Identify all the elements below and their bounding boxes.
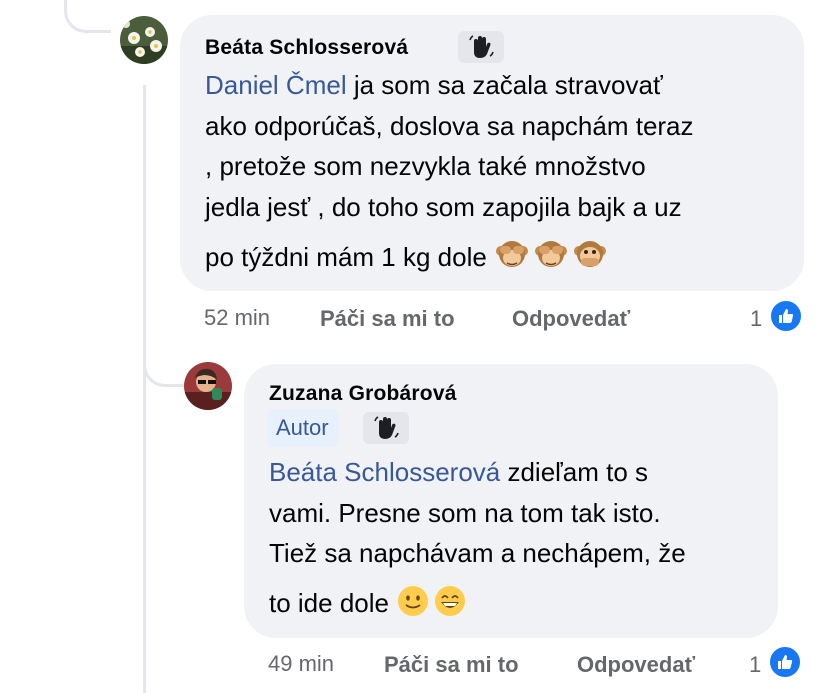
wave-hand-icon[interactable] <box>363 412 409 444</box>
comment-timestamp[interactable]: 49 min <box>268 651 334 677</box>
slightly-smiling-face-icon <box>396 584 430 630</box>
wave-hand-icon[interactable] <box>458 31 504 63</box>
comment-author[interactable]: Beáta Schlosserová <box>205 36 408 60</box>
see-no-evil-monkey-icon <box>494 236 530 284</box>
avatar[interactable] <box>120 16 168 64</box>
comment-author[interactable]: Zuzana Grobárová <box>269 382 457 406</box>
mention-link[interactable]: Daniel Čmel <box>205 70 347 100</box>
comment-bubble: Beáta Schlosserová Daniel Čmel ja som sa… <box>180 15 804 291</box>
reaction-count[interactable]: 1 <box>749 652 761 678</box>
reaction-count[interactable]: 1 <box>750 306 762 332</box>
grinning-face-with-smiling-eyes-icon <box>433 584 467 630</box>
comment-text: Daniel Čmel ja som sa začala stravovať a… <box>205 65 694 284</box>
comment-text: Beáta Schlosserová zdieľam to s vami. Pr… <box>269 452 686 629</box>
like-button[interactable]: Páči sa mi to <box>384 652 519 678</box>
see-no-evil-monkey-icon <box>533 236 569 284</box>
speak-no-evil-monkey-icon <box>572 236 608 284</box>
comment-bubble: Zuzana Grobárová Autor Beáta Schlosserov… <box>244 364 778 638</box>
thumbs-up-icon[interactable] <box>768 645 802 679</box>
author-badge: Autor <box>267 409 338 447</box>
reply-button[interactable]: Odpovedať <box>512 306 630 332</box>
thread-connector-reply-curve <box>143 340 184 387</box>
thread-connector-top-curve <box>64 0 111 33</box>
comment-timestamp[interactable]: 52 min <box>204 305 270 331</box>
like-button[interactable]: Páči sa mi to <box>320 306 455 332</box>
thread-connector <box>143 85 146 693</box>
reply-button[interactable]: Odpovedať <box>577 652 695 678</box>
avatar[interactable] <box>184 362 232 410</box>
mention-link[interactable]: Beáta Schlosserová <box>269 457 500 487</box>
thumbs-up-icon[interactable] <box>769 299 803 333</box>
